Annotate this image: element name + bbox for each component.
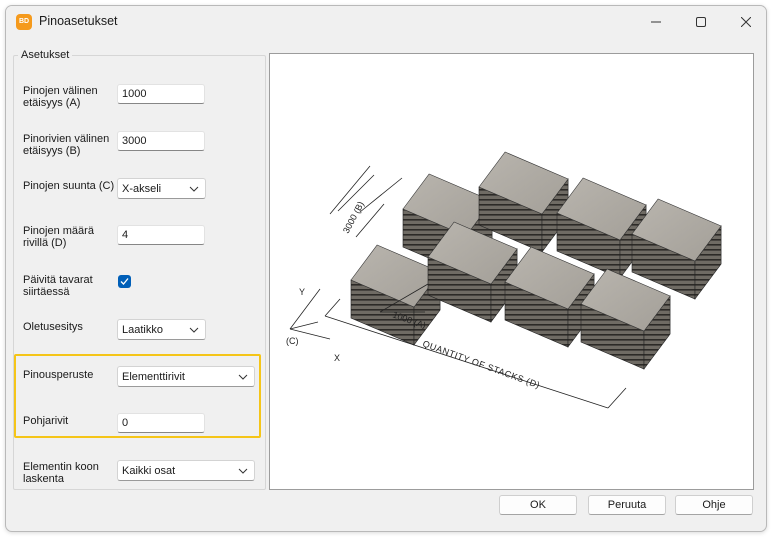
close-icon xyxy=(740,17,751,27)
direction-value: X-akseli xyxy=(122,183,162,195)
stack-basis-label: Pinousperuste xyxy=(23,369,94,381)
window-title: Pinoasetukset xyxy=(39,14,118,28)
dim-d-label: QUANTITY OF STACKS (D) xyxy=(421,338,541,390)
default-view-value: Laatikko xyxy=(122,324,163,336)
base-rows-label: Pohjarivit xyxy=(23,415,69,427)
chevron-down-icon xyxy=(238,468,248,474)
row-spacing-label: Pinorivien välinen etäisyys (B) xyxy=(23,133,110,157)
stack-spacing-input[interactable]: 1000 xyxy=(117,84,205,104)
minimize-button[interactable] xyxy=(633,6,678,38)
title-bar: BD Pinoasetukset xyxy=(6,6,766,38)
chevron-down-icon xyxy=(189,327,199,333)
axis-y-label: Y xyxy=(299,287,305,297)
minimize-icon xyxy=(650,21,661,23)
checkmark-icon xyxy=(120,278,129,285)
size-calc-label: Elementin koon laskenta xyxy=(23,461,99,485)
stack-preview-diagram: 3000 (B) 1000 (A) QUANTITY OF STACKS (D)… xyxy=(286,151,722,409)
default-view-label: Oletusesitys xyxy=(23,321,83,333)
size-calc-value: Kaikki osat xyxy=(122,465,176,477)
maximize-icon xyxy=(695,17,706,27)
direction-select[interactable]: X-akseli xyxy=(117,178,206,199)
chevron-down-icon xyxy=(238,374,248,380)
stacks-per-row-input[interactable]: 4 xyxy=(117,225,205,245)
stack-preview: 3000 (B) 1000 (A) QUANTITY OF STACKS (D)… xyxy=(269,53,754,490)
axis-x-label: X xyxy=(334,353,340,363)
default-view-select[interactable]: Laatikko xyxy=(117,319,206,340)
close-button[interactable] xyxy=(723,6,766,38)
update-goods-label: Päivitä tavarat siirtäessä xyxy=(23,274,93,298)
stack-basis-select[interactable]: Elementtirivit xyxy=(117,366,255,387)
update-goods-checkbox[interactable] xyxy=(118,275,131,288)
app-icon: BD xyxy=(16,14,32,30)
stacks-per-row-label: Pinojen määrä rivillä (D) xyxy=(23,225,94,249)
direction-label: Pinojen suunta (C) xyxy=(23,180,115,192)
base-rows-input[interactable]: 0 xyxy=(117,413,205,433)
ok-button[interactable]: OK xyxy=(499,495,577,515)
stack-spacing-label: Pinojen välinen etäisyys (A) xyxy=(23,85,98,109)
chevron-down-icon xyxy=(189,186,199,192)
stacks-group xyxy=(350,151,722,370)
cancel-button[interactable]: Peruuta xyxy=(588,495,666,515)
row-spacing-input[interactable]: 3000 xyxy=(117,131,205,151)
settings-group-title: Asetukset xyxy=(18,49,73,61)
maximize-button[interactable] xyxy=(678,6,723,38)
axis-c-label: (C) xyxy=(286,336,299,346)
stack-basis-value: Elementtirivit xyxy=(122,371,185,383)
help-button[interactable]: Ohje xyxy=(675,495,753,515)
size-calc-select[interactable]: Kaikki osat xyxy=(117,460,255,481)
